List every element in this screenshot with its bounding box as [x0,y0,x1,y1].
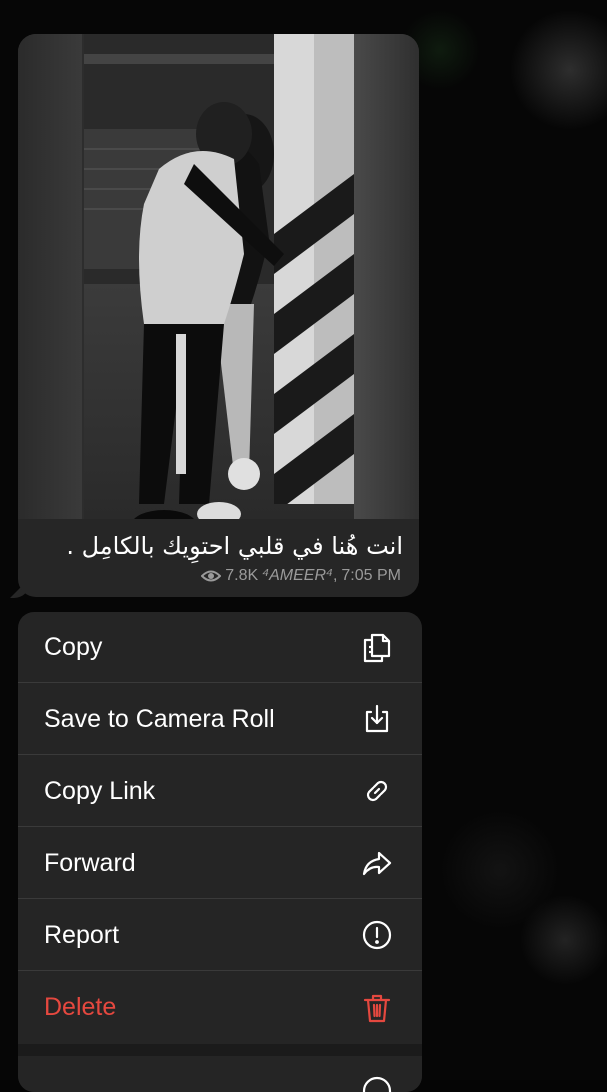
report-label: Report [44,920,120,949]
author-signature: ⁴AMEER⁴ [262,567,333,584]
delete-menu-item[interactable]: Delete [18,972,422,1043]
photo-blur-right [353,34,419,519]
meta-separator: , [332,567,338,584]
copy-icon [360,630,394,664]
download-icon [360,702,394,736]
save-to-camera-roll-menu-item[interactable]: Save to Camera Roll [18,684,422,755]
save-to-camera-roll-label: Save to Camera Roll [44,704,275,733]
view-count: 7.8K [225,567,259,584]
copy-link-menu-item[interactable]: Copy Link [18,756,422,827]
menu-next-section[interactable] [18,1056,422,1092]
photo-blur-left [18,34,82,519]
partial-icon [362,1076,392,1092]
message-meta: 7.8K ⁴AMEER⁴, 7:05 PM [201,567,401,585]
delete-label: Delete [44,993,117,1021]
link-icon [360,774,394,808]
report-menu-item[interactable]: Report [18,900,422,971]
message-caption: انت هُنا في قلبي احتوِيك بالكامِل . [66,532,403,560]
menu-section-divider [18,1044,422,1056]
forward-icon [360,846,394,880]
copy-label: Copy [44,632,103,661]
message-photo-area[interactable] [18,34,419,519]
report-icon [360,918,394,952]
message-bubble[interactable]: انت هُنا في قلبي احتوِيك بالكامِل . 7.8K… [18,34,419,597]
copy-link-label: Copy Link [44,776,156,805]
forward-label: Forward [44,848,136,877]
eye-icon [201,570,222,582]
forward-menu-item[interactable]: Forward [18,828,422,899]
message-time: 7:05 PM [341,567,401,584]
copy-menu-item[interactable]: Copy [18,612,422,683]
trash-icon [360,991,394,1025]
message-photo[interactable] [84,34,354,519]
context-menu: Copy Save to Camera Roll Copy Link Forwa… [18,612,422,1092]
